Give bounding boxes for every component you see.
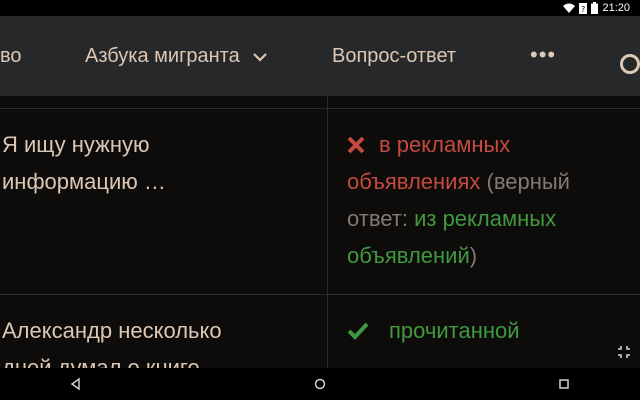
nav-item-qa[interactable]: Вопрос-ответ xyxy=(332,43,456,69)
search-icon[interactable] xyxy=(620,54,640,74)
status-time: 21:20 xyxy=(602,2,630,14)
correct-answer: прочитанной xyxy=(389,318,520,343)
top-nav: во Азбука мигранта Вопрос-ответ ••• xyxy=(0,16,640,96)
cross-icon xyxy=(347,136,365,154)
nav-item-label: Азбука мигранта xyxy=(85,45,240,67)
svg-text:?: ? xyxy=(581,5,585,14)
answer-text: в рекламных объявлениях (верный ответ: и… xyxy=(347,126,637,274)
wifi-icon xyxy=(563,3,576,13)
divider xyxy=(0,294,640,295)
results-table: Я ищу нужную информацию … в рекламных об… xyxy=(0,96,640,380)
fullscreen-exit-icon[interactable] xyxy=(616,344,632,360)
nav-item-migrant-abc[interactable]: Азбука мигранта xyxy=(85,43,268,69)
check-icon xyxy=(347,322,369,340)
question-text: Я ищу нужную информацию … xyxy=(2,132,166,194)
recents-icon[interactable] xyxy=(556,376,572,392)
answer-text: прочитанной xyxy=(347,312,637,349)
back-icon[interactable] xyxy=(68,376,84,392)
chevron-down-icon xyxy=(253,52,268,62)
battery-icon xyxy=(591,2,599,14)
system-nav-bar xyxy=(0,368,640,400)
home-icon[interactable] xyxy=(312,376,328,392)
more-dots-icon[interactable]: ••• xyxy=(530,44,556,66)
nav-item-partial[interactable]: во xyxy=(0,43,22,69)
status-bar: ? 21:20 xyxy=(0,0,640,16)
note-close: ) xyxy=(469,243,478,268)
column-divider xyxy=(327,96,328,368)
signal-icon: ? xyxy=(579,2,588,14)
divider xyxy=(0,108,640,109)
